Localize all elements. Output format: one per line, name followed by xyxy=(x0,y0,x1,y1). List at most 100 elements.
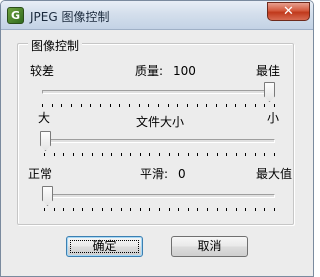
slider-tick xyxy=(226,104,227,107)
slider-tick xyxy=(148,104,149,107)
slider-tick xyxy=(207,153,208,156)
slider-tick xyxy=(52,104,53,107)
slider-tick xyxy=(169,208,170,211)
close-icon: ✕ xyxy=(283,4,294,19)
slider-tick xyxy=(245,153,246,156)
slider-tick xyxy=(61,104,62,107)
slider-tick xyxy=(140,208,141,211)
slider-tick xyxy=(102,153,103,156)
group-title: 图像控制 xyxy=(28,37,83,54)
slider-tick xyxy=(63,208,64,211)
slider-tick xyxy=(130,153,131,156)
slider-tick xyxy=(149,153,150,156)
slider-tick xyxy=(121,208,122,211)
slider-tick xyxy=(274,104,275,107)
slider-tick xyxy=(255,104,256,107)
title-bar[interactable]: JPEG 图像控制 ✕ xyxy=(1,1,313,30)
slider-tick xyxy=(140,153,141,156)
slider-tick xyxy=(188,208,189,211)
slider-tick xyxy=(158,104,159,107)
slider-tick xyxy=(264,153,265,156)
quality-min-label: 较差 xyxy=(30,64,55,78)
slider-tick xyxy=(100,104,101,107)
quality-slider-track[interactable] xyxy=(42,90,275,94)
filesize-max-label: 小 xyxy=(267,111,280,125)
slider-tick xyxy=(255,208,256,211)
slider-tick xyxy=(159,153,160,156)
slider-tick xyxy=(274,153,275,156)
smoothing-slider-ticks xyxy=(44,208,275,212)
slider-tick xyxy=(139,104,140,107)
slider-tick xyxy=(207,208,208,211)
focus-rect xyxy=(70,240,139,253)
slider-tick xyxy=(274,208,275,211)
smoothing-min-label: 正常 xyxy=(28,167,53,181)
slider-tick xyxy=(168,104,169,107)
slider-tick xyxy=(217,208,218,211)
slider-tick xyxy=(245,208,246,211)
slider-tick xyxy=(197,104,198,107)
slider-tick xyxy=(102,208,103,211)
slider-tick xyxy=(197,208,198,211)
slider-tick xyxy=(217,153,218,156)
slider-tick xyxy=(235,104,236,107)
slider-tick xyxy=(245,104,246,107)
slider-tick xyxy=(82,208,83,211)
slider-tick xyxy=(178,208,179,211)
slider-tick xyxy=(111,208,112,211)
cancel-button-label: 取消 xyxy=(197,239,222,253)
slider-tick xyxy=(188,153,189,156)
slider-tick xyxy=(71,104,72,107)
slider-tick xyxy=(130,208,131,211)
slider-tick xyxy=(90,104,91,107)
quality-label: 质量: xyxy=(135,64,164,78)
slider-tick xyxy=(110,104,111,107)
slider-tick xyxy=(73,208,74,211)
quality-slider-ticks xyxy=(42,104,275,108)
slider-tick xyxy=(82,153,83,156)
slider-tick xyxy=(236,153,237,156)
quality-max-label: 最佳 xyxy=(256,64,281,78)
ok-button[interactable]: 确定 xyxy=(66,236,143,257)
slider-tick xyxy=(264,104,265,107)
app-g-icon xyxy=(7,7,24,24)
quality-value: 100 xyxy=(173,64,196,78)
slider-tick xyxy=(178,153,179,156)
filesize-slider-track[interactable] xyxy=(42,139,275,143)
slider-tick xyxy=(54,153,55,156)
filesize-label: 文件大小 xyxy=(136,115,185,129)
slider-tick xyxy=(92,153,93,156)
slider-tick xyxy=(44,208,45,211)
smoothing-max-label: 最大值 xyxy=(256,167,293,181)
slider-tick xyxy=(129,104,130,107)
slider-tick xyxy=(63,153,64,156)
window-title: JPEG 图像控制 xyxy=(30,10,110,24)
slider-tick xyxy=(216,104,217,107)
slider-tick xyxy=(159,208,160,211)
slider-tick xyxy=(121,153,122,156)
slider-tick xyxy=(92,208,93,211)
slider-tick xyxy=(226,153,227,156)
slider-tick xyxy=(236,208,237,211)
cancel-button[interactable]: 取消 xyxy=(171,236,248,257)
slider-tick xyxy=(81,104,82,107)
slider-tick xyxy=(187,104,188,107)
slider-tick xyxy=(54,208,55,211)
smoothing-label: 平滑: xyxy=(140,167,169,181)
slider-tick xyxy=(119,104,120,107)
filesize-slider-ticks xyxy=(44,153,275,157)
slider-tick xyxy=(197,153,198,156)
slider-tick xyxy=(42,104,43,107)
slider-tick xyxy=(169,153,170,156)
smoothing-value: 0 xyxy=(178,167,186,181)
filesize-min-label: 大 xyxy=(38,111,51,125)
slider-tick xyxy=(111,153,112,156)
slider-tick xyxy=(226,208,227,211)
slider-tick xyxy=(255,153,256,156)
slider-tick xyxy=(206,104,207,107)
slider-tick xyxy=(44,153,45,156)
close-button[interactable]: ✕ xyxy=(267,2,310,21)
slider-tick xyxy=(73,153,74,156)
smoothing-slider-track[interactable] xyxy=(42,194,275,198)
slider-tick xyxy=(177,104,178,107)
